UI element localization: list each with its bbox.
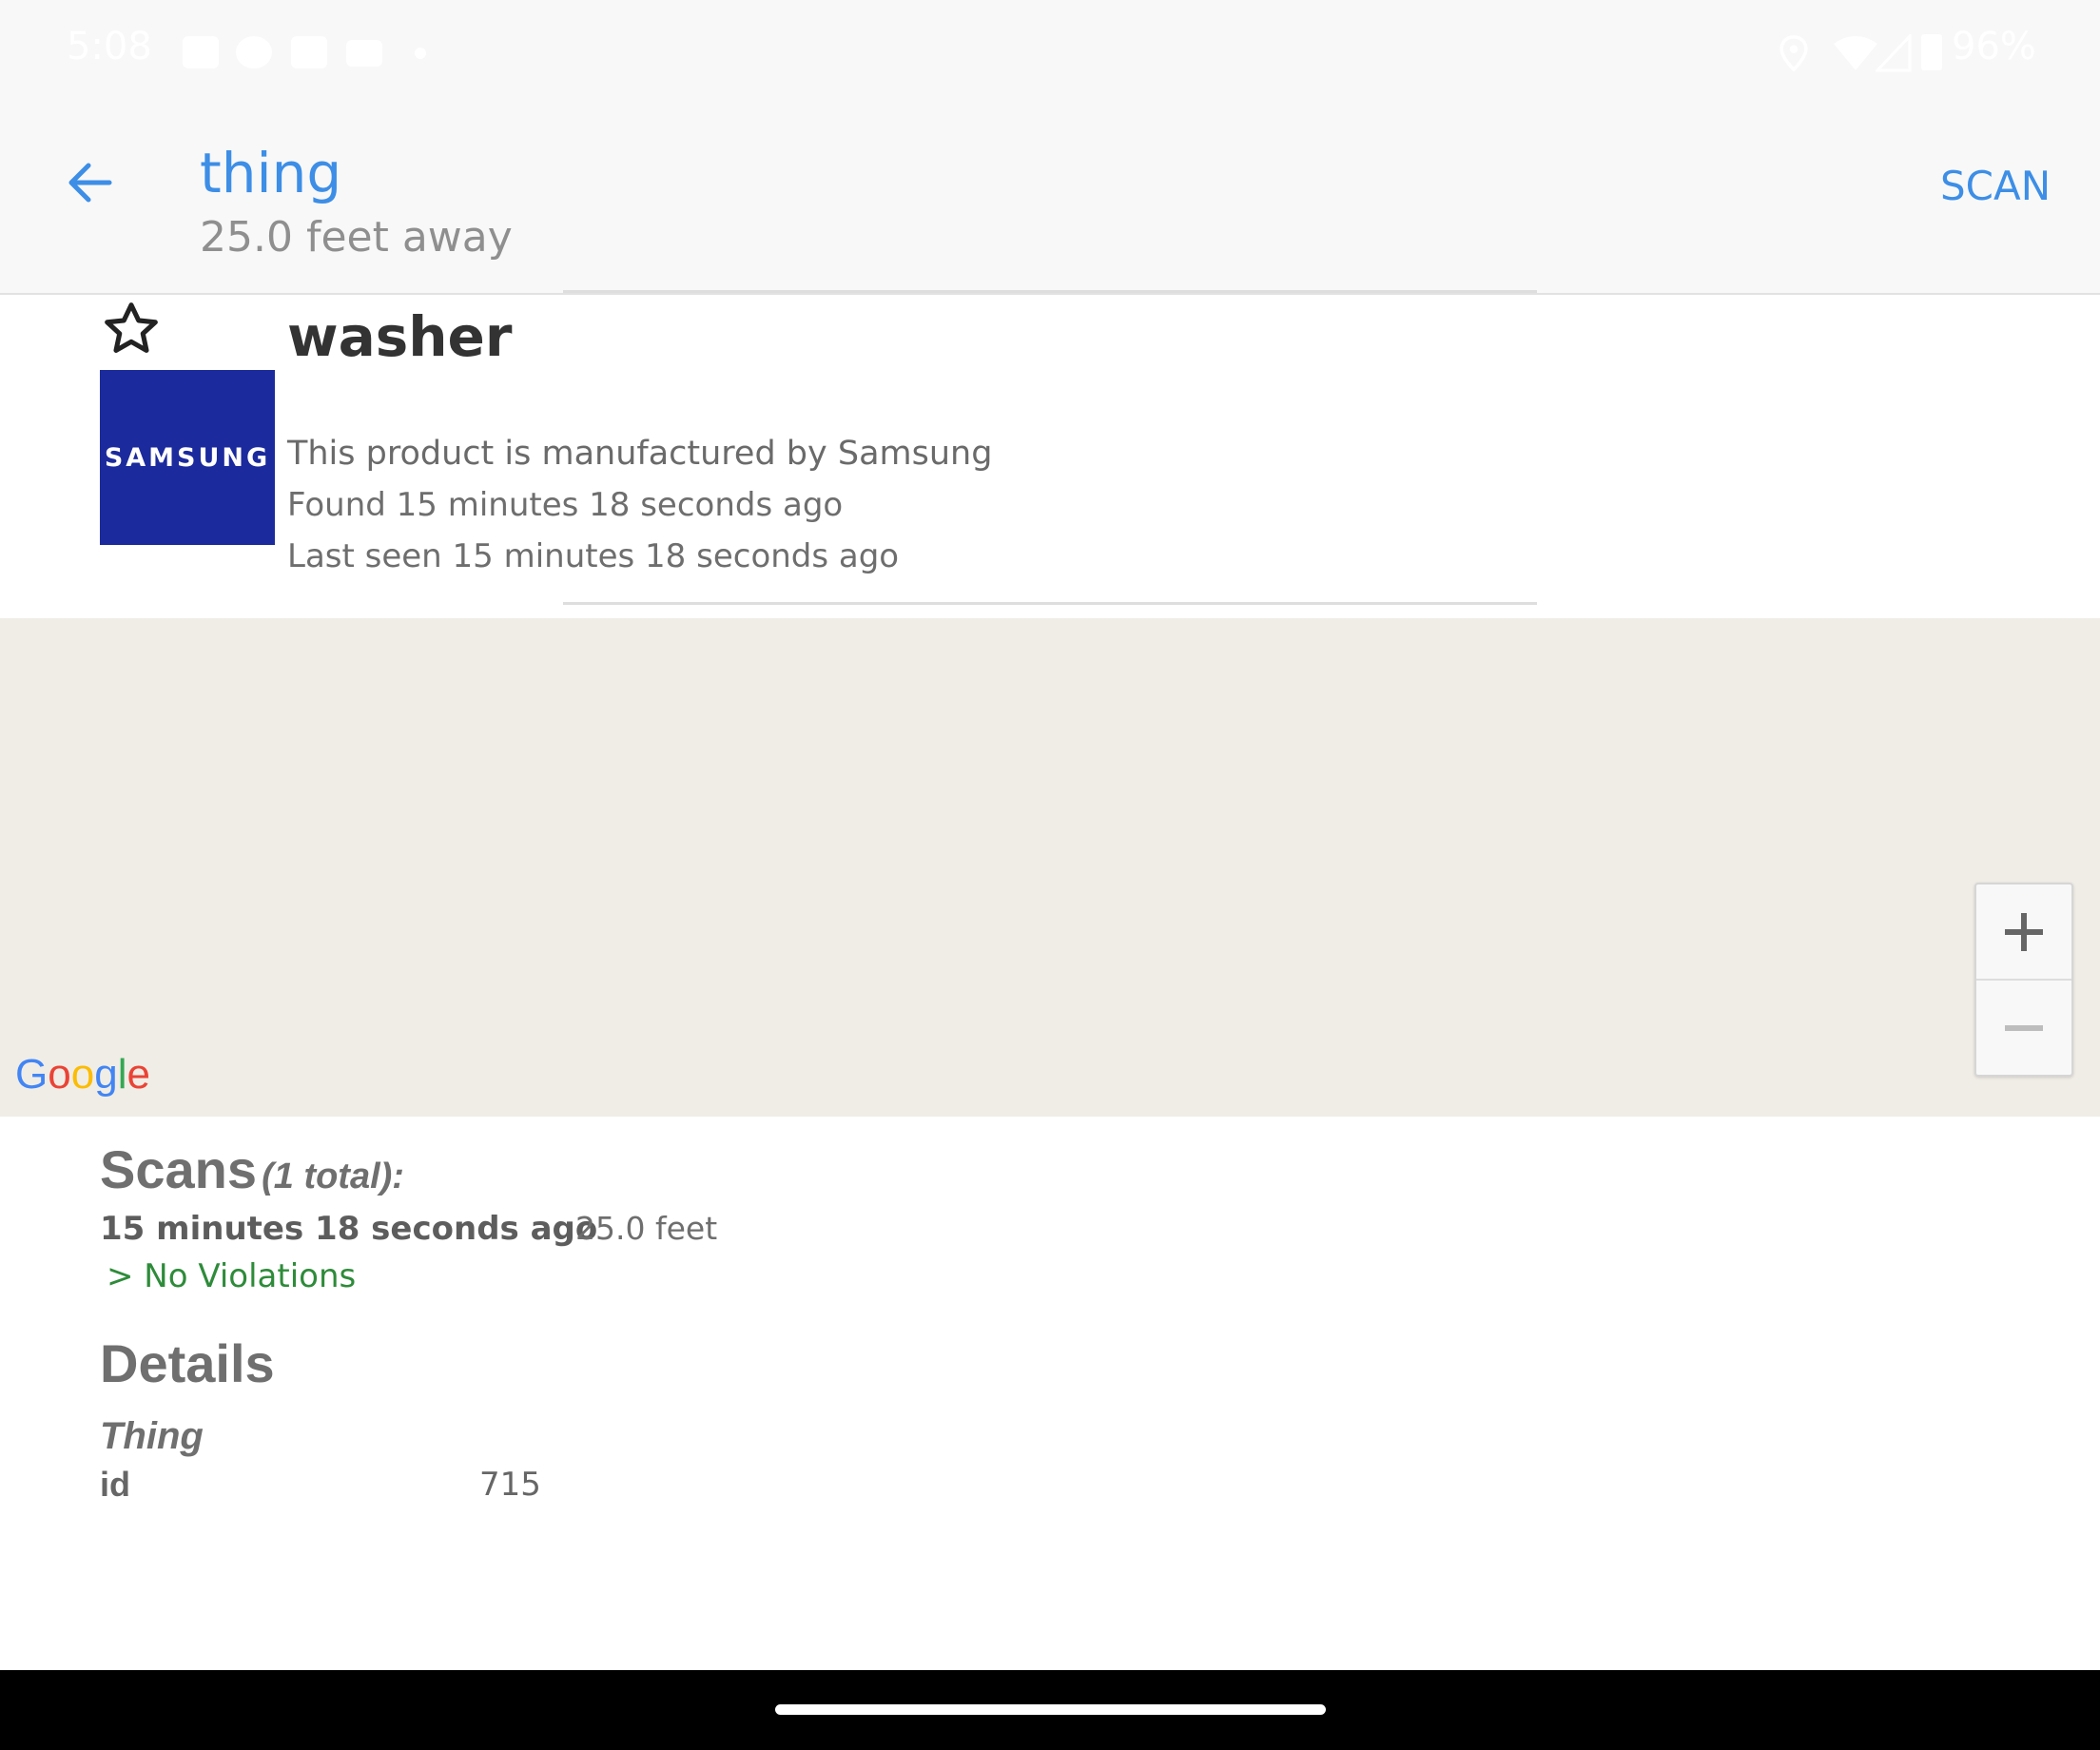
google-logo-letter: G [15,1051,49,1098]
more-notifications-dot-icon [415,48,426,59]
minus-icon [2005,1024,2043,1031]
battery-icon [1921,34,1942,70]
google-logo-letter: e [126,1051,150,1098]
brand-logo-text: SAMSUNG [104,442,271,473]
scan-time: 15 minutes 18 seconds ago [100,1210,598,1248]
details-key: id [100,1465,130,1504]
google-logo-letter: o [70,1051,95,1098]
details-title: Details [100,1333,275,1393]
chat-notification-icon [183,36,219,68]
scans-count: (1 total): [262,1157,404,1196]
details-value: 715 [479,1466,541,1504]
page-title: thing [200,141,342,205]
wifi-icon [1834,36,1877,70]
scan-distance: 25.0 feet [575,1210,718,1247]
zoom-in-button[interactable] [1976,885,2071,981]
page-subtitle: 25.0 feet away [200,213,513,262]
home-gesture-handle[interactable] [775,1704,1326,1715]
map-zoom-controls [1974,883,2073,1077]
google-logo-letter: o [48,1051,71,1098]
map-view[interactable] [0,618,2100,1117]
brand-logo: SAMSUNG [100,370,275,545]
circle-notification-icon [236,36,272,68]
plus-icon [2005,912,2043,951]
photo-notification-icon [291,36,327,68]
back-button[interactable] [57,145,124,221]
google-logo-letter: l [117,1051,127,1098]
cell-signal-icon [1876,34,1912,72]
scans-title: Scans [100,1139,257,1199]
details-section-label: Thing [100,1415,204,1457]
google-logo-letter: g [94,1051,118,1098]
google-logo: Google [15,1048,150,1101]
zoom-out-button[interactable] [1976,981,2071,1075]
manufacturer-text: This product is manufactured by Samsung [287,435,993,473]
last-seen-text: Last seen 15 minutes 18 seconds ago [287,537,900,575]
battery-percent: 96% [1952,25,2036,68]
favorite-button[interactable] [101,299,162,360]
found-time-text: Found 15 minutes 18 seconds ago [287,486,844,524]
status-time: 5:08 [67,25,152,68]
scan-violations-link[interactable]: > No Violations [107,1254,356,1299]
location-icon [1779,35,1808,72]
arrow-left-icon [68,163,112,203]
scan-button[interactable]: SCAN [1940,162,2051,211]
card-top-divider [563,290,1537,293]
card-bottom-divider [563,602,1537,605]
cast-notification-icon [346,40,382,67]
device-name: washer [287,304,513,369]
star-outline-icon [105,302,158,353]
